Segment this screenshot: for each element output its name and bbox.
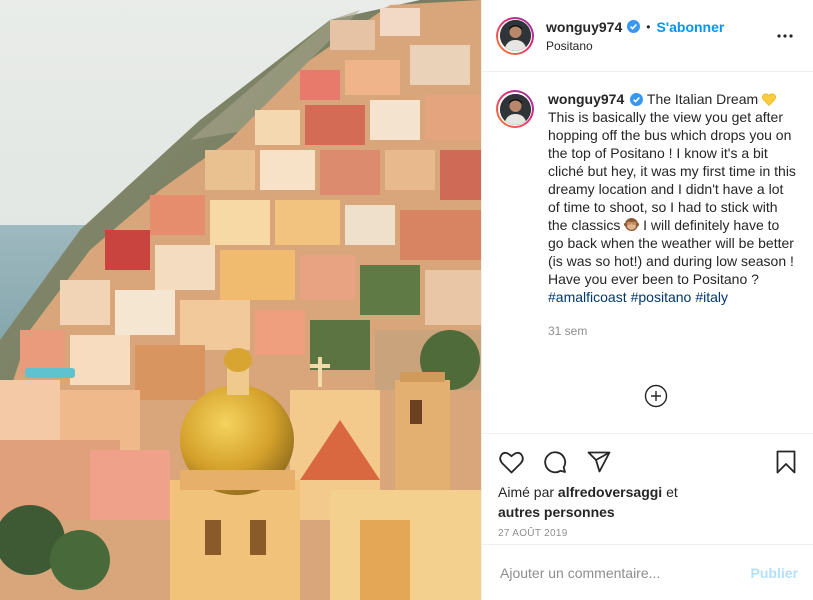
- hashtag-link[interactable]: #positano: [631, 289, 692, 305]
- caption: wonguy974 The Italian Dream This is basi…: [496, 90, 797, 340]
- post-photo[interactable]: [0, 0, 481, 600]
- likes-prefix: Aimé par: [498, 484, 555, 500]
- load-more-comments-icon[interactable]: [644, 384, 668, 408]
- see-no-evil-monkey-emoji-icon: [624, 217, 640, 232]
- publish-button[interactable]: Publier: [751, 565, 798, 581]
- post-header: wonguy974 • S'abonner Positano: [482, 0, 813, 72]
- hashtag-link[interactable]: #italy: [695, 289, 728, 305]
- more-horizontal-icon[interactable]: [773, 24, 797, 48]
- caption-text: wonguy974 The Italian Dream This is basi…: [548, 90, 797, 340]
- comment-input[interactable]: [498, 563, 751, 582]
- verified-badge-icon: [627, 20, 641, 33]
- comment-icon[interactable]: [542, 449, 568, 475]
- location-link[interactable]: Positano: [546, 38, 773, 54]
- story-ring[interactable]: [496, 16, 534, 55]
- separator-dot: •: [646, 19, 651, 34]
- caption-title: The Italian Dream: [646, 91, 759, 107]
- likes-summary: Aimé par alfredoversaggi et autres perso…: [482, 482, 813, 522]
- heart-icon[interactable]: [498, 449, 524, 475]
- action-bar: [482, 442, 813, 482]
- post-author-username[interactable]: wonguy974: [546, 18, 622, 36]
- likes-connector: et: [666, 484, 678, 500]
- comments-section: wonguy974 The Italian Dream This is basi…: [482, 72, 813, 434]
- share-icon[interactable]: [586, 449, 612, 475]
- follow-button[interactable]: S'abonner: [656, 18, 724, 36]
- hashtags: #amalficoast #positano #italy: [548, 288, 797, 306]
- yellow-heart-emoji-icon: [762, 92, 777, 106]
- caption-username[interactable]: wonguy974: [548, 90, 624, 108]
- add-comment-bar: Publier: [482, 544, 813, 600]
- caption-age: 31 sem: [548, 324, 588, 338]
- bookmark-icon[interactable]: [773, 449, 799, 475]
- avatar[interactable]: [499, 20, 531, 51]
- instagram-post: wonguy974 • S'abonner Positano wonguy974…: [0, 0, 813, 600]
- hashtag-link[interactable]: #amalficoast: [548, 289, 627, 305]
- liked-by-user-link[interactable]: alfredoversaggi: [558, 484, 662, 500]
- caption-text-1: This is basically the view you get after…: [548, 109, 796, 233]
- post-details-panel: wonguy974 • S'abonner Positano wonguy974…: [481, 0, 813, 600]
- verified-badge-icon: [630, 92, 644, 106]
- story-ring[interactable]: [496, 90, 534, 128]
- post-date[interactable]: 27 AOÛT 2019: [482, 528, 813, 539]
- avatar[interactable]: [499, 93, 531, 125]
- other-likers-link[interactable]: autres personnes: [498, 504, 615, 520]
